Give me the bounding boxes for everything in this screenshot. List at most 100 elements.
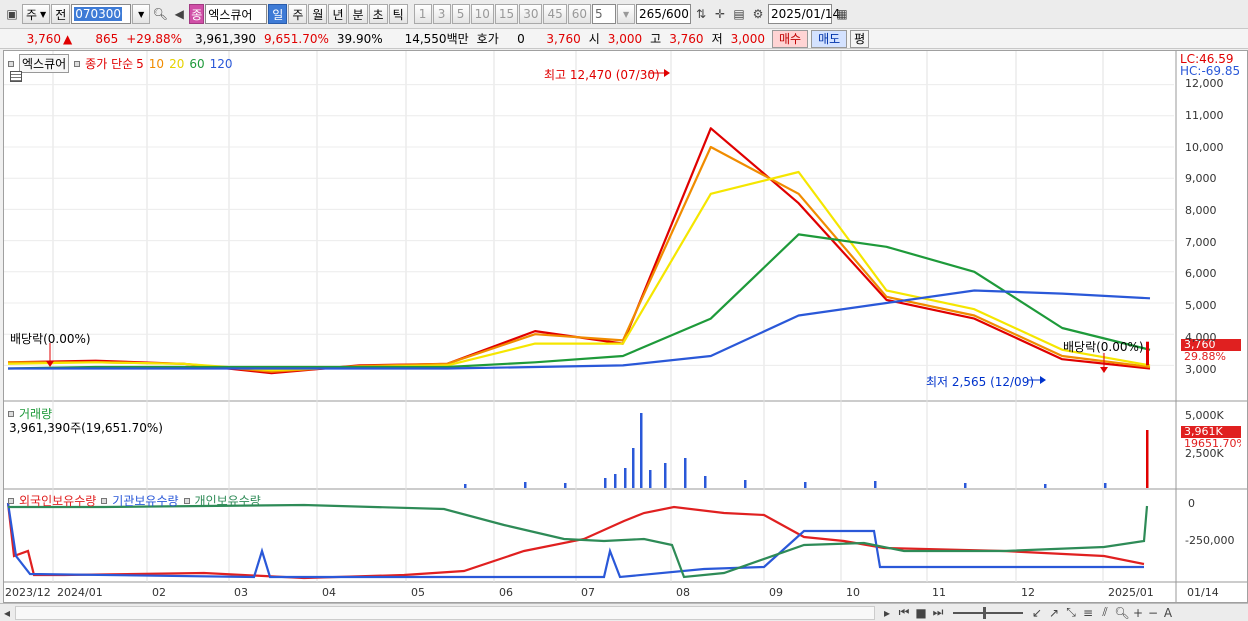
scroll-left-icon[interactable]: ◂ (0, 605, 14, 621)
interval-dropdown[interactable]: ▼ (617, 4, 636, 24)
legend-ma10[interactable]: 10 (149, 57, 164, 71)
low-price: 3,000 (730, 31, 765, 46)
zoom-icon[interactable]: 🔍︎ (1114, 605, 1130, 621)
stock-code-input[interactable]: 070300 (71, 4, 132, 24)
x-tick: 01/14 (1187, 586, 1219, 599)
table-icon[interactable] (10, 71, 22, 82)
volume-bar (1104, 483, 1107, 488)
date-input[interactable]: 2025/01/14 (768, 4, 840, 24)
interval-30[interactable]: 30 (519, 4, 543, 24)
window-icon[interactable]: ▣ (3, 4, 21, 24)
sell-button[interactable]: 매도 (811, 29, 848, 48)
gear-icon[interactable]: ⚙ (749, 4, 767, 24)
volume-bar (649, 470, 652, 488)
period-minute[interactable]: 분 (348, 4, 368, 24)
legend-institution[interactable]: 기관보유수량 (112, 492, 178, 509)
volume-tag: 3,961K (1181, 426, 1241, 438)
text-tool-icon[interactable]: A (1161, 605, 1175, 621)
count-input[interactable]: 265/600 (636, 4, 692, 24)
holding-y-tick: -250,000 (1185, 534, 1235, 547)
interval-15[interactable]: 15 (494, 4, 519, 24)
x-tick: 11 (932, 586, 946, 599)
quote-bar: 3,760 ▲ 865 +29.88% 3,961,390 9,651.70% … (0, 29, 1248, 49)
plus-icon[interactable]: + (1131, 605, 1145, 621)
stock-code-dropdown[interactable]: ▼ (132, 4, 151, 24)
legend-marker (8, 60, 14, 67)
channel-icon[interactable]: ⫽ (1097, 605, 1113, 621)
scale-icon[interactable]: ⇅ (692, 4, 710, 24)
change-amount: 865 (95, 31, 119, 46)
period-year[interactable]: 년 (328, 4, 348, 24)
fast-forward-icon[interactable]: ⏭ (930, 605, 946, 621)
horizontal-scrollbar[interactable] (15, 605, 875, 620)
dividend-right: 배당락(0.00%) (1063, 340, 1144, 354)
period-week[interactable]: 주 (288, 4, 308, 24)
interval-3[interactable]: 3 (432, 4, 451, 24)
interval-10[interactable]: 10 (470, 4, 494, 24)
volume-bar (744, 480, 747, 488)
interval-input[interactable]: 5 (592, 4, 617, 24)
interval-45[interactable]: 45 (543, 4, 567, 24)
volume-bar (1146, 430, 1149, 488)
legend-ma120[interactable]: 120 (210, 57, 233, 71)
dividend-left: 배당락(0.00%) (10, 332, 91, 346)
stock-name-field[interactable]: 엑스큐어 (205, 4, 268, 24)
legend-ma60[interactable]: 60 (189, 57, 204, 71)
period-day[interactable]: 일 (268, 4, 288, 24)
hoga-price: 3,760 (546, 31, 581, 46)
speaker-icon[interactable]: ◀︎ (170, 4, 188, 24)
rewind-icon[interactable]: ⏮ (896, 605, 912, 621)
legend-marker (8, 410, 14, 417)
chart-canvas[interactable] (4, 51, 1247, 602)
zoom-slider[interactable] (953, 606, 1023, 619)
y-tick: 3,000 (1185, 363, 1217, 376)
chart-area[interactable]: 엑스큐어 종가 단순 5 10 20 60 120 LC:46.59 HC:-6… (3, 50, 1248, 603)
legend-stock-name[interactable]: 엑스큐어 (19, 54, 70, 73)
interval-1[interactable]: 1 (413, 4, 432, 24)
x-tick: 02 (152, 586, 166, 599)
interval-5[interactable]: 5 (451, 4, 470, 24)
y-tick: 10,000 (1185, 141, 1224, 154)
save-icon[interactable]: ▤ (730, 4, 748, 24)
legend-foreign[interactable]: 외국인보유수량 (19, 492, 96, 509)
period-mode-select[interactable]: 주 ▼ (22, 4, 51, 24)
x-tick: 08 (676, 586, 690, 599)
line-tool-icon[interactable]: ↙ (1029, 605, 1045, 621)
legend-ma5[interactable]: 5 (136, 57, 144, 71)
legend-series[interactable]: 종가 단순 (85, 55, 133, 72)
x-tick: 05 (411, 586, 425, 599)
period-second[interactable]: 초 (368, 4, 388, 24)
y-tick: 5,000 (1185, 299, 1217, 312)
period-month[interactable]: 월 (308, 4, 328, 24)
buy-button[interactable]: 매수 (771, 29, 809, 48)
toolbar: ▣ 주 ▼ 전 070300 ▼ 🔍︎ ◀︎ 종 엑스큐어 일 주 월 년 분 초… (0, 0, 1248, 29)
chevron-down-icon: ▼ (622, 9, 630, 19)
x-tick: 2023/12 (5, 586, 51, 599)
stock-code-value: 070300 (74, 7, 123, 21)
fibonacci-icon[interactable]: ≡ (1080, 605, 1096, 621)
period-tick[interactable]: 틱 (388, 4, 408, 24)
volume-bar (524, 482, 527, 488)
legend-individual[interactable]: 개인보유수량 (195, 492, 261, 509)
flat-button[interactable]: 평 (850, 29, 870, 48)
legend-ma20[interactable]: 20 (169, 57, 184, 71)
hoga-label: 호가 (476, 32, 499, 46)
play-icon[interactable]: ▸ (879, 605, 895, 621)
trend-tool-icon[interactable]: ↗ (1046, 605, 1062, 621)
legend-marker (183, 497, 190, 504)
interval-60[interactable]: 60 (567, 4, 592, 24)
change-rate: +29.88% (126, 31, 183, 46)
zoom-slider-handle[interactable] (983, 606, 986, 619)
crosshair-icon[interactable]: ✛ (711, 4, 729, 24)
x-tick: 2024/01 (57, 586, 103, 599)
volume-bar (624, 468, 627, 488)
bottom-bar: ◂ ▸ ⏮ ■ ⏭ ↙ ↗ ⤡ ≡ ⫽ 🔍︎ + − A (0, 603, 1248, 621)
search-icon[interactable]: 🔍︎ (151, 4, 169, 24)
stop-icon[interactable]: ■ (913, 605, 929, 621)
draw-tool-icon[interactable]: ⤡ (1063, 605, 1079, 621)
volume-bar (464, 484, 467, 488)
x-tick: 09 (769, 586, 783, 599)
prev-button[interactable]: 전 (51, 4, 71, 24)
calendar-icon[interactable]: ▦ (833, 4, 851, 24)
minus-icon[interactable]: − (1146, 605, 1160, 621)
